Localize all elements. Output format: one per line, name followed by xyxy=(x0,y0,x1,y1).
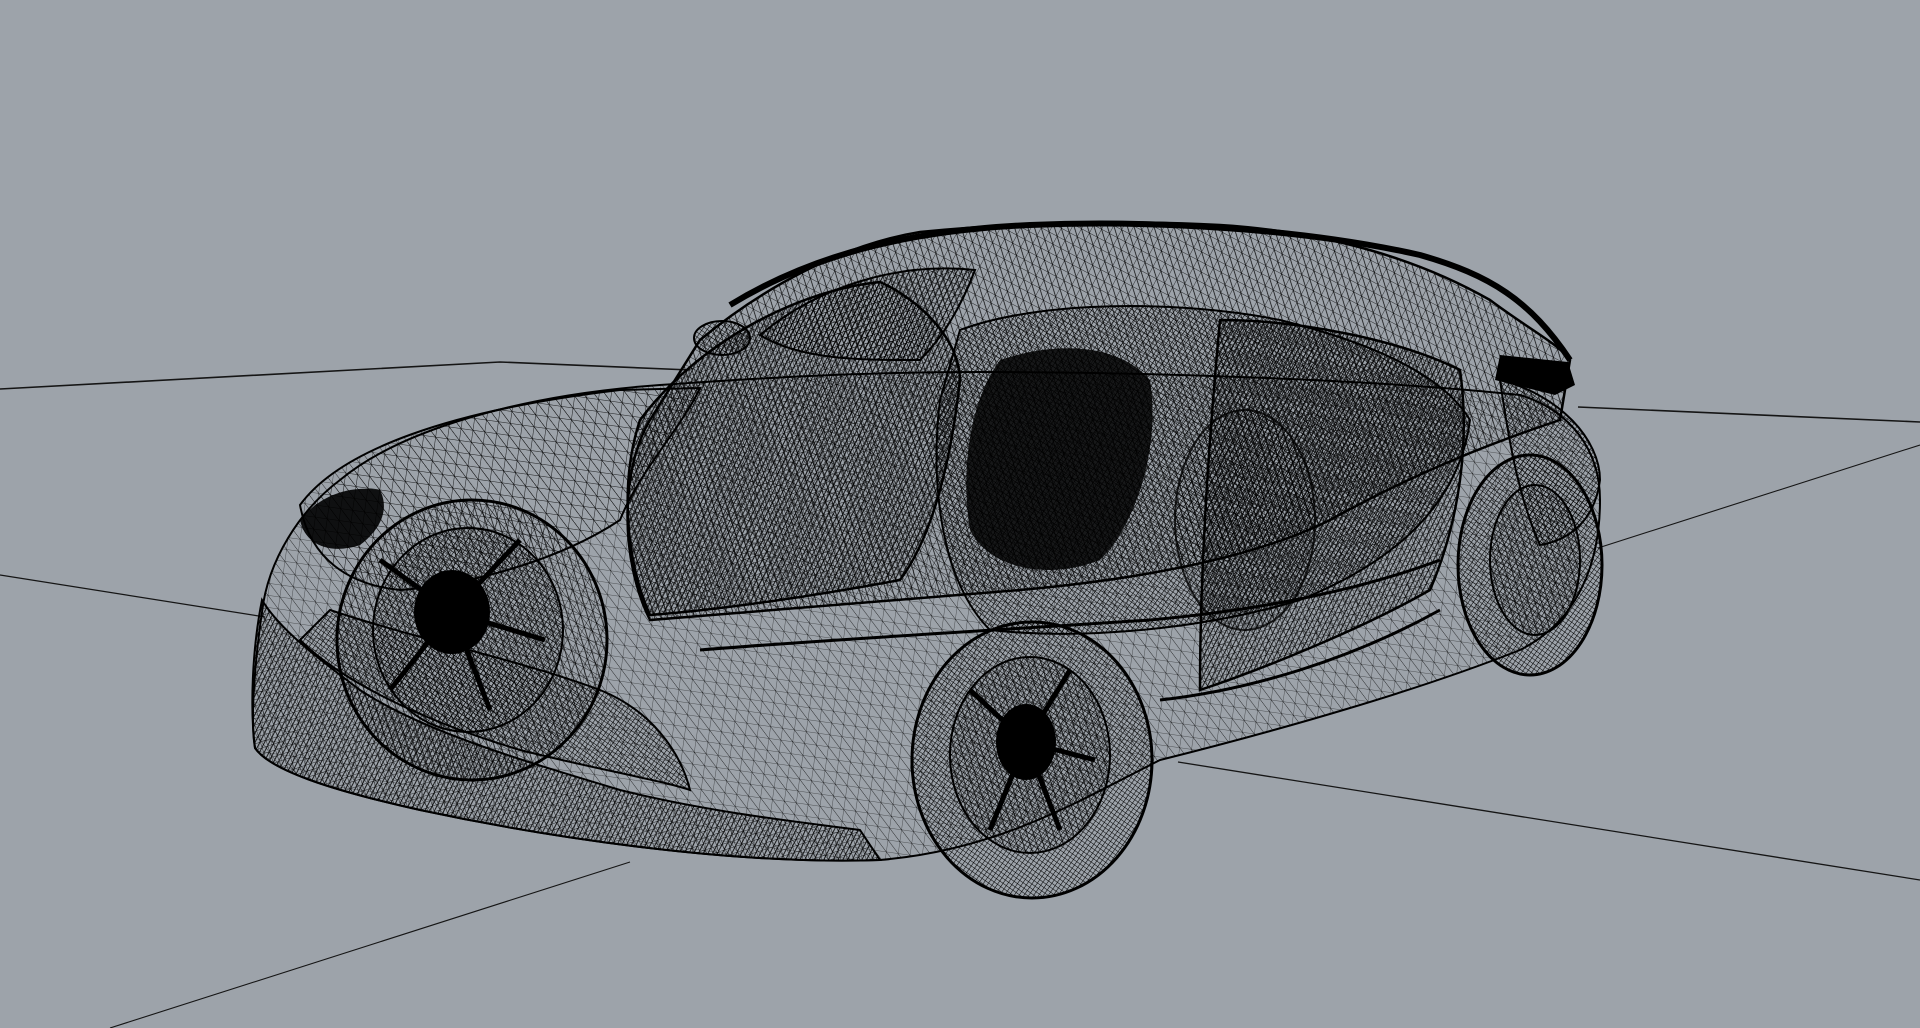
plane-edge-right-diag xyxy=(1597,444,1920,549)
wheel-front-right xyxy=(910,620,1154,900)
wheel-rear-right xyxy=(1456,453,1604,677)
plane-edge-back xyxy=(0,361,691,390)
wheel-front-left xyxy=(335,498,609,782)
viewport-canvas[interactable] xyxy=(0,0,1920,1028)
plane-edge-right-back xyxy=(1577,406,1920,423)
3d-viewport[interactable] xyxy=(0,0,1920,1028)
plane-edge-left xyxy=(0,574,266,618)
car-side-mirror xyxy=(693,320,751,356)
wheel-rear-left xyxy=(1174,409,1316,631)
plane-edge-front-right xyxy=(1177,761,1920,881)
plane-edge-front-left xyxy=(109,861,631,1028)
